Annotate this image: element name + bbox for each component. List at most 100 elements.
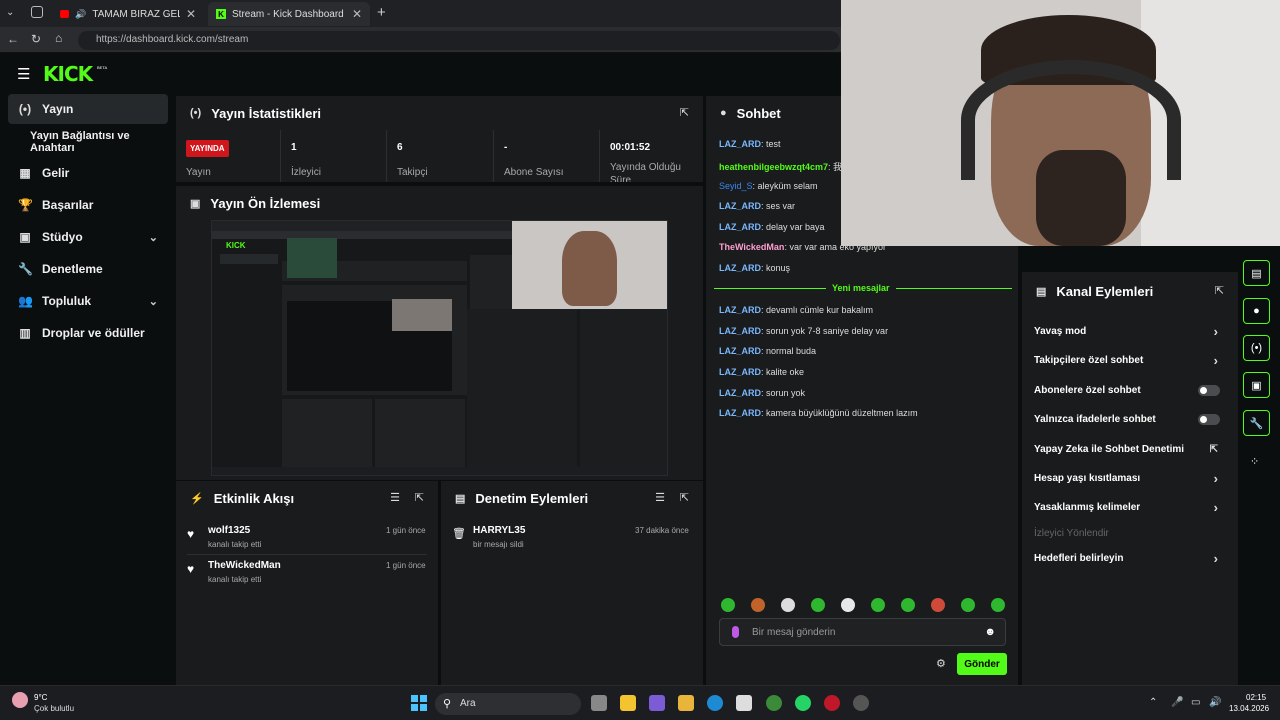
emote-icon[interactable]	[811, 598, 825, 612]
tab-youtube[interactable]: 🔊 TAMAM BIRAZ GELİŞMİŞ FAK ✕	[52, 2, 204, 26]
kick-logo[interactable]: KICK	[43, 62, 93, 86]
popout-icon[interactable]: ⇱	[415, 491, 424, 504]
windows-start-icon[interactable]	[411, 695, 427, 711]
chat-username[interactable]: LAZ_ARD	[719, 367, 761, 377]
chat-text: : kalite oke	[761, 367, 805, 377]
sidebar-item-gelir[interactable]: ▦ Gelir	[8, 158, 168, 188]
action-set-goals[interactable]: Hedefleri belirleyin ›	[1034, 551, 1220, 566]
action-ai-moderation[interactable]: Yapay Zeka ile Sohbet Denetimi ⇱	[1034, 444, 1220, 455]
emote-icon[interactable]	[901, 598, 915, 612]
chat-username[interactable]: LAZ_ARD	[719, 305, 761, 315]
tab-kick-dashboard[interactable]: K Stream - Kick Dashboard ✕	[208, 2, 370, 26]
wrench-icon[interactable]: 🔧	[1243, 410, 1270, 436]
obs-icon[interactable]	[853, 695, 869, 711]
app-icon[interactable]	[620, 695, 636, 711]
filter-icon[interactable]: ☰	[390, 491, 400, 504]
chat-username[interactable]: LAZ_ARD	[719, 388, 761, 398]
panel-title: Yayın Ön İzlemesi	[210, 195, 321, 211]
clock-date[interactable]: 13.04.2026	[1229, 704, 1269, 713]
popout-icon[interactable]: ⇱	[680, 106, 689, 119]
close-icon[interactable]: ✕	[352, 7, 362, 21]
emote-icon[interactable]	[931, 598, 945, 612]
follower-name[interactable]: wolf1325	[208, 525, 261, 536]
store-icon[interactable]	[736, 695, 752, 711]
sidebar-item-stream-key[interactable]: Yayın Bağlantısı ve Anahtarı	[20, 127, 175, 157]
home-icon[interactable]: ⌂	[55, 31, 62, 45]
clip-icon[interactable]: ▣	[1243, 372, 1270, 398]
emotes-only-toggle[interactable]	[1198, 414, 1220, 425]
clock-time[interactable]: 02:15	[1246, 693, 1266, 702]
kick-favicon-icon: K	[216, 9, 226, 19]
customize-icon[interactable]: ⁘	[1250, 455, 1259, 468]
tray-chevron-icon[interactable]: ⌃	[1149, 697, 1157, 708]
emote-icon[interactable]	[871, 598, 885, 612]
sidebar-item-basarilar[interactable]: 🏆 Başarılar	[8, 190, 168, 220]
subscribers-only-toggle[interactable]	[1198, 385, 1220, 396]
emote-icon[interactable]	[841, 598, 855, 612]
chat-username[interactable]: LAZ_ARD	[719, 222, 761, 232]
gear-icon[interactable]: ⚙	[936, 657, 946, 670]
microphone-icon[interactable]: 🎤	[1171, 697, 1183, 708]
chat-username[interactable]: LAZ_ARD	[719, 408, 761, 418]
file-explorer-icon[interactable]	[678, 695, 694, 711]
chat-username[interactable]: LAZ_ARD	[719, 139, 761, 149]
chat-message: LAZ_ARD: delay var baya	[719, 222, 825, 232]
volume-icon[interactable]: 🔊	[1209, 697, 1221, 708]
new-tab-icon[interactable]: +	[377, 4, 386, 21]
task-view-icon[interactable]	[591, 695, 607, 711]
microphone-icon[interactable]	[732, 626, 739, 638]
close-icon[interactable]: ✕	[186, 7, 196, 21]
url-field[interactable]: https://dashboard.kick.com/stream	[78, 31, 840, 50]
action-followers-only[interactable]: Takipçilere özel sohbet ›	[1034, 353, 1220, 368]
chat-username[interactable]: Seyid_S	[719, 181, 753, 191]
action-account-age[interactable]: Hesap yaşı kısıtlaması ›	[1034, 471, 1220, 486]
tab-list-icon[interactable]: ⌄	[6, 7, 14, 18]
chat-input[interactable]: Bir mesaj gönderin ☻	[719, 618, 1006, 646]
chat-username[interactable]: LAZ_ARD	[719, 346, 761, 356]
stat-label: Takipçi	[397, 167, 428, 178]
whatsapp-icon[interactable]	[795, 695, 811, 711]
menu-icon[interactable]: ☰	[17, 65, 30, 83]
edge-icon[interactable]	[707, 695, 723, 711]
weather-temp[interactable]: 9°C	[34, 693, 47, 702]
emote-icon[interactable]	[961, 598, 975, 612]
taskbar-search[interactable]: ⚲ Ara	[435, 693, 581, 715]
broadcast-icon[interactable]: (•)	[1243, 335, 1270, 361]
weather-icon[interactable]	[12, 692, 28, 708]
sidebar-item-droplar[interactable]: ▥ Droplar ve ödüller	[8, 318, 168, 348]
send-button[interactable]: Gönder	[957, 653, 1007, 675]
chat-username[interactable]: LAZ_ARD	[719, 263, 761, 273]
chat-username[interactable]: TheWickedMan	[719, 242, 784, 252]
back-icon[interactable]: ←	[7, 32, 19, 46]
action-slow-mode[interactable]: Yavaş mod ›	[1034, 324, 1220, 339]
sidebar-item-studyo[interactable]: ▣ Stüdyo ⌄	[8, 222, 168, 252]
emote-icon[interactable]	[751, 598, 765, 612]
workspaces-icon[interactable]	[31, 6, 43, 18]
emote-icon[interactable]	[991, 598, 1005, 612]
popout-icon[interactable]: ⇱	[680, 491, 689, 504]
weather-desc[interactable]: Çok bulutlu	[34, 704, 74, 713]
chat-username[interactable]: LAZ_ARD	[719, 201, 761, 211]
stream-preview-video[interactable]: KICK	[211, 220, 668, 476]
popout-icon[interactable]: ⇱	[1215, 284, 1224, 297]
utorrent-icon[interactable]	[766, 695, 782, 711]
action-banned-words[interactable]: Yasaklanmış kelimeler ›	[1034, 500, 1220, 515]
app-icon[interactable]	[824, 695, 840, 711]
sidebar-item-denetleme[interactable]: 🔧 Denetleme	[8, 254, 168, 284]
chat-username[interactable]: LAZ_ARD	[719, 326, 761, 336]
emote-icon[interactable]	[781, 598, 795, 612]
community-icon: 👥	[18, 294, 33, 308]
chat-bubble-icon[interactable]: ●	[1243, 298, 1270, 324]
reload-icon[interactable]: ↻	[31, 32, 41, 46]
copilot-icon[interactable]	[649, 695, 665, 711]
emote-icon[interactable]	[721, 598, 735, 612]
filter-icon[interactable]: ☰	[655, 491, 665, 504]
emoji-icon[interactable]: ☻	[984, 626, 996, 638]
chat-username[interactable]: heathenbilgeebwzqt4cm7	[719, 162, 828, 172]
sidebar-item-topluluk[interactable]: 👥 Topluluk ⌄	[8, 286, 168, 316]
network-icon[interactable]: ▭	[1191, 697, 1200, 708]
sidebar-item-yayin[interactable]: (•) Yayın	[8, 94, 168, 124]
notes-icon[interactable]: ▤	[1243, 260, 1270, 286]
moderator-name[interactable]: HARRYL35	[473, 525, 525, 536]
follower-name[interactable]: TheWickedMan	[208, 560, 281, 571]
